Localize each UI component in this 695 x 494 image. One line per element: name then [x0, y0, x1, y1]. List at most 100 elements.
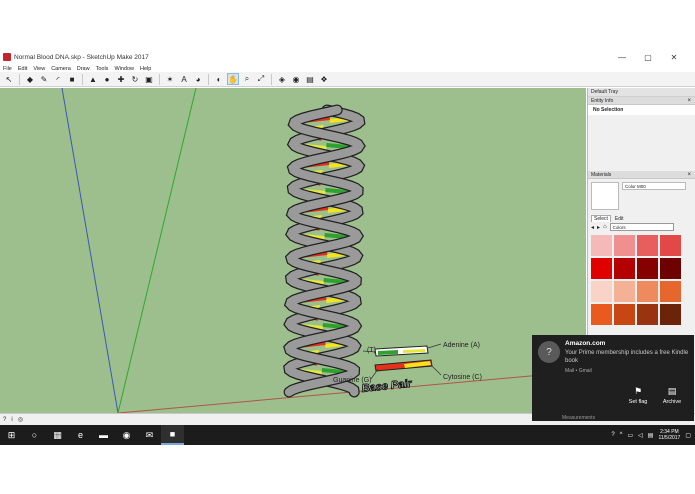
rectangle-tool-icon[interactable]: ■: [66, 73, 78, 85]
close-button[interactable]: ✕: [661, 50, 687, 64]
help-icon[interactable]: ?: [3, 417, 6, 423]
zoom-extents-tool-icon[interactable]: ⤢: [255, 73, 267, 85]
material-swatch[interactable]: [614, 281, 635, 302]
material-swatch[interactable]: [591, 304, 612, 325]
mail-notification[interactable]: ? Amazon.com Your Prime membership inclu…: [532, 335, 694, 421]
follow-me-tool-icon[interactable]: ●: [101, 73, 113, 85]
rotate-tool-icon[interactable]: ↻: [129, 73, 141, 85]
model-canvas[interactable]: (T) Adenine (A) Guanine (G) Cytosine (C)…: [0, 88, 586, 413]
pencil-tool-icon[interactable]: ✎: [38, 73, 50, 85]
material-swatch[interactable]: [637, 235, 658, 256]
arc-tool-icon[interactable]: ◜: [52, 73, 64, 85]
cortana-icon[interactable]: ○: [23, 425, 46, 445]
menu-edit[interactable]: Edit: [15, 66, 30, 72]
model-viewport[interactable]: (T) Adenine (A) Guanine (G) Cytosine (C)…: [0, 88, 586, 413]
menu-camera[interactable]: Camera: [48, 66, 74, 72]
close-icon[interactable]: ×: [687, 172, 691, 178]
material-name-field[interactable]: Color M00: [622, 182, 686, 190]
volume-icon[interactable]: ◁: [638, 432, 643, 439]
material-swatch[interactable]: [660, 304, 681, 325]
move-tool-icon[interactable]: ✚: [115, 73, 127, 85]
material-swatch[interactable]: [660, 281, 681, 302]
extension-icon[interactable]: ❖: [318, 73, 330, 85]
cytosine-leader: [430, 364, 442, 376]
edge-icon[interactable]: e: [69, 425, 92, 445]
pan-tool-icon[interactable]: ✋: [227, 73, 239, 85]
info-icon[interactable]: i: [11, 417, 12, 423]
text-tool-icon[interactable]: A: [178, 73, 190, 85]
select-tool-icon[interactable]: ↖: [3, 73, 15, 85]
cytosine-label: Cytosine (C): [443, 374, 482, 381]
menu-view[interactable]: View: [30, 66, 48, 72]
material-swatch[interactable]: [614, 235, 635, 256]
chrome-icon[interactable]: ◉: [115, 425, 138, 445]
minimize-button[interactable]: —: [609, 50, 635, 64]
up-arrow-icon[interactable]: ^: [620, 432, 623, 438]
material-swatch[interactable]: [660, 235, 681, 256]
help-icon[interactable]: ?: [611, 432, 614, 438]
material-swatch[interactable]: [614, 258, 635, 279]
thymine-label: (T): [367, 347, 376, 354]
orbit-tool-icon[interactable]: ◐: [213, 73, 225, 85]
dna-helix-model[interactable]: [283, 104, 366, 398]
set-flag-label: Set flag: [628, 399, 648, 405]
material-swatch[interactable]: [660, 258, 681, 279]
task-view-icon[interactable]: ▦: [46, 425, 69, 445]
tray-title: Default Tray: [591, 89, 618, 95]
push-pull-tool-icon[interactable]: ▲: [87, 73, 99, 85]
menu-help[interactable]: Help: [137, 66, 154, 72]
measurements-peek: Measurements: [562, 415, 596, 421]
menu-tools[interactable]: Tools: [93, 66, 112, 72]
system-tray: ? ^ ▭ ◁ ▤ 2:34 PM 11/5/2017 ▢: [611, 425, 691, 445]
material-library-select[interactable]: Colors: [609, 223, 674, 231]
zoom-tool-icon[interactable]: ⌕: [241, 73, 253, 85]
materials-tabs: Select Edit: [588, 213, 695, 222]
material-swatch-grid: [588, 232, 695, 328]
maximize-button[interactable]: ▢: [635, 50, 661, 64]
material-swatch[interactable]: [591, 258, 612, 279]
menu-window[interactable]: Window: [111, 66, 137, 72]
scale-tool-icon[interactable]: ▣: [143, 73, 155, 85]
material-swatch[interactable]: [637, 304, 658, 325]
send-to-layout-icon[interactable]: ▤: [304, 73, 316, 85]
entity-info-body: No Selection: [588, 105, 695, 115]
file-explorer-icon[interactable]: ▬: [92, 425, 115, 445]
eraser-tool-icon[interactable]: ◆: [24, 73, 36, 85]
back-arrow-icon[interactable]: ◂: [591, 224, 594, 231]
keyboard-icon[interactable]: ▤: [648, 432, 654, 439]
windows-taskbar: ⊞ ○ ▦ e ▬ ◉ ✉ ■ ? ^ ▭ ◁ ▤ 2:34 PM 11/5/2017 ▢: [0, 425, 695, 445]
tray-header: Default Tray: [588, 88, 695, 97]
menu-draw[interactable]: Draw: [74, 66, 93, 72]
forward-arrow-icon[interactable]: ▸: [597, 224, 600, 231]
action-center-icon[interactable]: ▢: [685, 432, 691, 439]
sketchup-app-icon: [3, 53, 11, 61]
mail-icon[interactable]: ✉: [138, 425, 161, 445]
entity-info-header[interactable]: Entity Info ×: [588, 97, 695, 105]
material-swatch[interactable]: [637, 281, 658, 302]
sketchup-icon[interactable]: ■: [161, 425, 184, 445]
geolocation-icon[interactable]: ◎: [18, 416, 23, 423]
material-swatch[interactable]: [637, 258, 658, 279]
title-bar: Normal Blood DNA.skp - SketchUp Make 201…: [0, 50, 695, 64]
notification-source: Mail • Gmail: [565, 368, 592, 374]
tab-select[interactable]: Select: [591, 215, 611, 222]
material-swatch[interactable]: [591, 235, 612, 256]
close-icon[interactable]: ×: [687, 98, 691, 104]
clock[interactable]: 2:34 PM 11/5/2017: [658, 429, 680, 441]
extension-warehouse-icon[interactable]: ◉: [290, 73, 302, 85]
warehouse-icon[interactable]: ◈: [276, 73, 288, 85]
entity-info-area: [588, 115, 695, 171]
home-icon[interactable]: ⌂: [603, 224, 607, 230]
network-icon[interactable]: ▭: [627, 432, 633, 439]
tab-edit[interactable]: Edit: [615, 216, 624, 222]
archive-button[interactable]: ▤ Archive: [652, 386, 692, 405]
toolbar: ↖ ◆ ✎ ◜ ■ ▲ ● ✚ ↻ ▣ ✶ A ◕ ◐ ✋ ⌕ ⤢ ◈ ◉ ▤ ❖: [0, 72, 695, 87]
start-button-icon[interactable]: ⊞: [0, 425, 23, 445]
materials-header[interactable]: Materials ×: [588, 171, 695, 179]
material-swatch[interactable]: [614, 304, 635, 325]
menu-file[interactable]: File: [0, 66, 15, 72]
paint-bucket-tool-icon[interactable]: ◕: [192, 73, 204, 85]
material-swatch[interactable]: [591, 281, 612, 302]
window-title: Normal Blood DNA.skp - SketchUp Make 201…: [14, 53, 149, 61]
tape-measure-tool-icon[interactable]: ✶: [164, 73, 176, 85]
